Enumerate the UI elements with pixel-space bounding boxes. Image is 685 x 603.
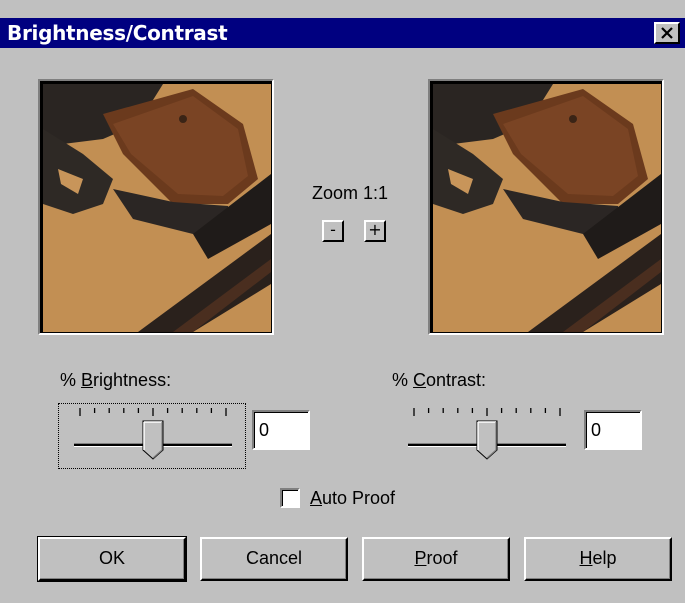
close-x-icon — [661, 27, 673, 39]
proof-rest: roof — [426, 548, 458, 568]
zoom-in-button[interactable]: + — [364, 220, 386, 242]
contrast-slider-thumb[interactable] — [476, 420, 498, 460]
auto-proof-label[interactable]: Auto Proof — [310, 488, 395, 509]
title-bar[interactable]: Brightness/Contrast — [0, 18, 685, 48]
brightness-slider-thumb[interactable] — [142, 420, 164, 460]
proof-preview[interactable] — [428, 79, 664, 335]
contrast-label-rest: ontrast: — [426, 370, 487, 390]
ok-button[interactable]: OK — [37, 536, 187, 582]
help-accel: H — [579, 548, 593, 568]
auto-proof-rest: uto Proof — [322, 488, 396, 508]
proof-accel: P — [414, 548, 427, 568]
brightness-ticks — [79, 408, 227, 416]
brightness-label-accel: B — [81, 370, 94, 390]
help-rest: elp — [592, 548, 617, 568]
close-button[interactable] — [654, 22, 680, 44]
cancel-button[interactable]: Cancel — [200, 537, 348, 581]
contrast-label: % Contrast: — [392, 370, 486, 391]
contrast-value-field[interactable]: 0 — [584, 410, 642, 450]
contrast-label-prefix: % — [392, 370, 414, 390]
original-preview-image — [43, 84, 271, 332]
original-preview[interactable] — [38, 79, 274, 335]
brightness-slider[interactable] — [74, 400, 254, 470]
window-title: Brightness/Contrast — [7, 21, 228, 45]
contrast-label-accel: C — [413, 370, 427, 390]
proof-preview-image — [433, 84, 661, 332]
auto-proof-accel: A — [310, 488, 323, 508]
zoom-out-button[interactable]: - — [322, 220, 344, 242]
brightness-value-field[interactable]: 0 — [252, 410, 310, 450]
brightness-label: % Brightness: — [60, 370, 171, 391]
contrast-ticks — [413, 408, 561, 416]
help-button[interactable]: Help — [524, 537, 672, 581]
brightness-label-prefix: % — [60, 370, 82, 390]
brightness-label-rest: rightness: — [93, 370, 172, 390]
auto-proof-checkbox[interactable] — [280, 488, 300, 508]
brightness-contrast-dialog: Brightness/Contrast Zoom 1:1 - + % Brigh… — [0, 0, 685, 603]
contrast-slider[interactable] — [408, 400, 588, 470]
proof-button[interactable]: Proof — [362, 537, 510, 581]
zoom-label: Zoom 1:1 — [312, 183, 389, 203]
